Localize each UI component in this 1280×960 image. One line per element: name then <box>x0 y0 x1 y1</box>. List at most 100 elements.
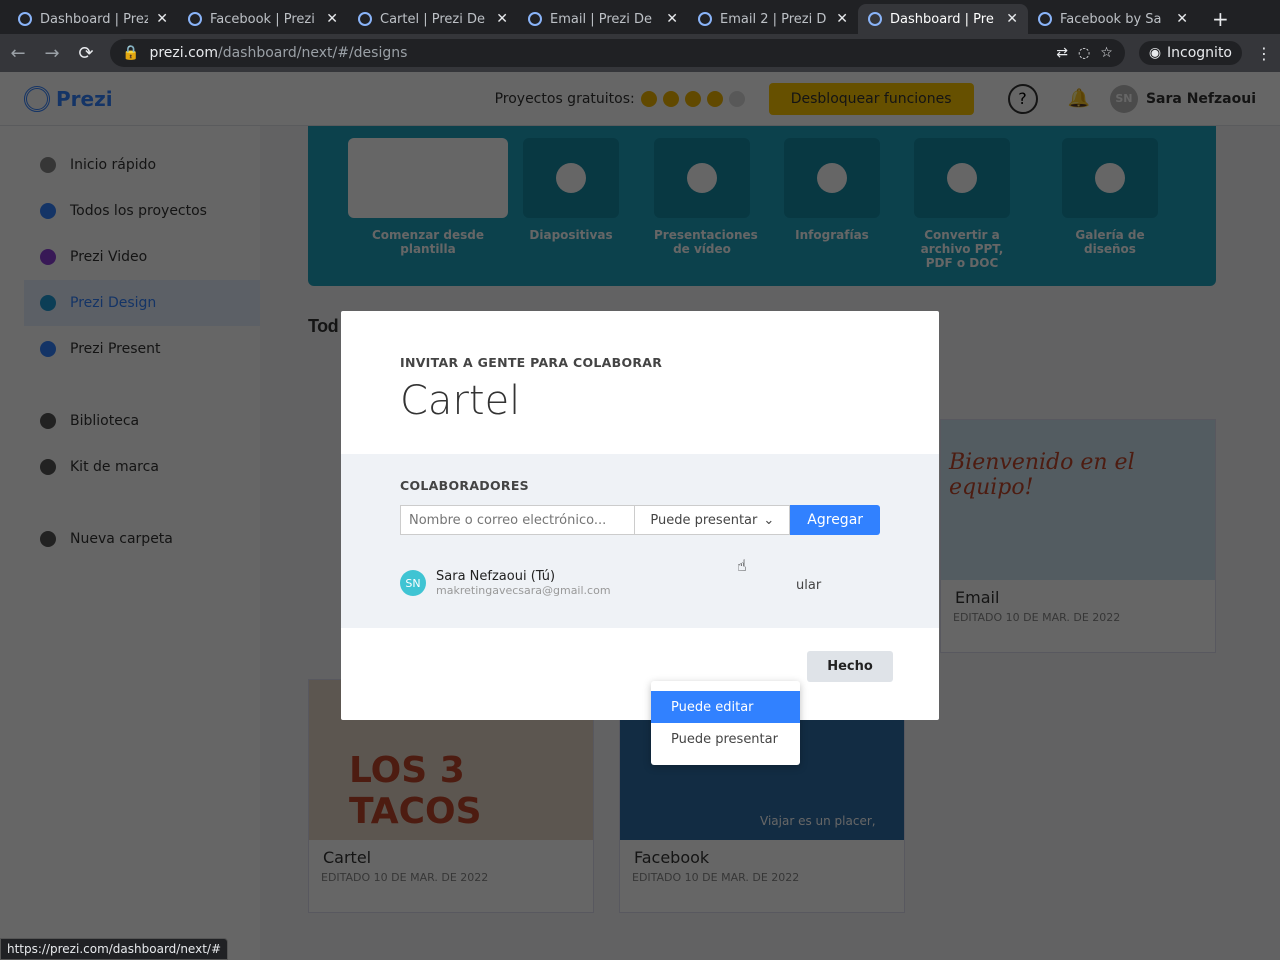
option-can-present[interactable]: Puede presentar <box>651 723 800 755</box>
prezi-favicon-icon <box>188 12 202 26</box>
dialog-title: Cartel <box>400 378 521 424</box>
permission-select[interactable]: Puede presentar ⌄ <box>635 505 791 535</box>
sidebar-item-label: Inicio rápido <box>70 157 157 173</box>
browser-tab[interactable]: Email | Prezi De ✕ <box>518 4 688 34</box>
card-label: Diapositivas <box>529 228 613 242</box>
browser-tab[interactable]: Facebook by Sa ✕ <box>1028 4 1198 34</box>
prezi-logo[interactable]: Prezi <box>24 85 113 112</box>
create-card[interactable]: Galería de diseños <box>1062 138 1158 256</box>
user-name: Sara Nefzaoui <box>1145 90 1256 107</box>
eye-off-icon[interactable]: ◌ <box>1078 45 1090 61</box>
create-card[interactable]: Comenzar desde plantilla <box>348 138 508 256</box>
profile-label: Incognito <box>1167 45 1232 61</box>
project-edited: EDITADO 10 DE MAR. DE 2022 <box>321 871 489 884</box>
prezi-favicon-icon <box>868 12 882 26</box>
avatar: SN <box>400 570 426 596</box>
collaborator-input[interactable] <box>400 505 636 535</box>
create-card[interactable]: Diapositivas <box>523 138 619 242</box>
bell-icon[interactable]: 🔔 <box>1068 88 1090 109</box>
permission-value: Puede presentar <box>650 512 758 528</box>
unlock-features-button[interactable]: Desbloquear funciones <box>768 82 974 115</box>
tab-title: Email 2 | Prezi D <box>720 11 827 27</box>
address-bar-row: ← → ⟳ 🔒 prezi.com/dashboard/next/#/desig… <box>0 34 1280 72</box>
close-icon[interactable]: ✕ <box>156 11 168 27</box>
sidebar-item-label: Todos los proyectos <box>70 203 207 219</box>
sidebar-item[interactable]: Prezi Video <box>0 234 260 280</box>
thumbnail-text: Viajar es un placer, <box>760 814 876 828</box>
sidebar-item[interactable]: Kit de marca <box>0 444 260 490</box>
create-banner: Comenzar desde plantilla Diapositivas Pres… <box>308 126 1216 286</box>
close-icon[interactable]: ✕ <box>1176 11 1188 27</box>
translate-icon[interactable]: ⇄ <box>1056 45 1068 61</box>
url-field[interactable]: 🔒 prezi.com/dashboard/next/#/designs ⇄ ◌… <box>110 39 1125 67</box>
prezi-favicon-icon <box>18 12 32 26</box>
new-tab-icon[interactable]: + <box>1198 4 1243 34</box>
project-name: Facebook <box>634 848 710 867</box>
card-icon <box>348 138 508 218</box>
thumbnail-text: LOS 3 TACOS <box>349 750 482 832</box>
sidebar-icon <box>40 341 56 357</box>
collaborator-name: Sara Nefzaoui (Tú) <box>436 569 556 584</box>
close-icon[interactable]: ✕ <box>666 11 678 27</box>
sidebar-icon <box>40 459 56 475</box>
add-button[interactable]: Agregar <box>790 505 880 535</box>
browser-tab[interactable]: Facebook | Prezi ✕ <box>178 4 348 34</box>
browser-tab[interactable]: Cartel | Prezi De ✕ <box>348 4 518 34</box>
forward-icon[interactable]: → <box>42 43 62 64</box>
app-header: Prezi Proyectos gratuitos: Desbloquear f… <box>0 72 1280 126</box>
sidebar-item[interactable]: Inicio rápido <box>0 142 260 188</box>
browser-tab[interactable]: Email 2 | Prezi D ✕ <box>688 4 858 34</box>
url-path: /dashboard/next/#/designs <box>217 45 408 61</box>
star-icon[interactable]: ☆ <box>1100 45 1113 61</box>
create-card[interactable]: Infografías <box>784 138 880 242</box>
card-label: Infografías <box>795 228 869 242</box>
help-icon[interactable]: ? <box>1007 83 1038 114</box>
incognito-badge[interactable]: ◉ Incognito <box>1138 41 1242 65</box>
collaborators-section: COLABORADORES Puede presentar ⌄ Agregar S… <box>341 454 939 765</box>
tab-title: Email | Prezi De <box>550 11 652 27</box>
main-content: Comenzar desde plantilla Diapositivas Pres… <box>308 126 1216 913</box>
sidebar-item-label: Prezi Design <box>70 295 157 311</box>
sidebar-item[interactable]: Prezi Present <box>0 326 260 372</box>
sidebar-item[interactable]: Nueva carpeta <box>0 516 260 562</box>
close-icon[interactable]: ✕ <box>496 11 508 27</box>
check-icon <box>706 90 723 107</box>
card-icon <box>523 138 619 218</box>
card-label: Convertir a archivo PPT, PDF o DOC <box>920 228 1004 270</box>
free-projects-label: Proyectos gratuitos: <box>494 90 635 107</box>
close-icon[interactable]: ✕ <box>326 11 338 27</box>
create-card[interactable]: Presentaciones de vídeo <box>654 138 758 256</box>
check-icon <box>662 90 679 107</box>
sidebar-item-label: Nueva carpeta <box>70 531 173 547</box>
reload-icon[interactable]: ⟳ <box>76 43 96 64</box>
sidebar-item-label: Prezi Video <box>70 249 148 265</box>
sidebar-item[interactable]: Prezi Design <box>24 280 260 326</box>
done-button[interactable]: Hecho <box>807 651 893 682</box>
tab-title: Dashboard | Pre <box>890 11 994 27</box>
sidebar-item[interactable]: Todos los proyectos <box>0 188 260 234</box>
browser-tab[interactable]: Dashboard | Pre ✕ <box>858 4 1028 34</box>
close-icon[interactable]: ✕ <box>836 11 848 27</box>
create-card[interactable]: Convertir a archivo PPT, PDF o DOC <box>914 138 1010 270</box>
user-menu[interactable]: SN Sara Nefzaoui <box>1109 84 1256 113</box>
close-icon[interactable]: ✕ <box>1006 11 1018 27</box>
menu-icon[interactable]: ⋮ <box>1256 44 1272 63</box>
browser-tab[interactable]: Dashboard | Prezi ✕ <box>8 4 178 34</box>
sidebar-item-label: Prezi Present <box>70 341 161 357</box>
collaborator-email: makretingavecsara@gmail.com <box>436 584 611 597</box>
check-icon <box>684 90 701 107</box>
sidebar-item[interactable]: Biblioteca <box>0 398 260 444</box>
logo-text: Prezi <box>56 86 113 111</box>
section-title: Tod <box>308 316 339 336</box>
project-card[interactable]: Bienvenido en el equipo! Email EDITADO 10 … <box>940 419 1216 653</box>
option-can-edit[interactable]: Puede editar <box>651 691 800 723</box>
back-icon[interactable]: ← <box>8 43 28 64</box>
card-label: Comenzar desde plantilla <box>371 228 484 256</box>
project-edited: EDITADO 10 DE MAR. DE 2022 <box>953 611 1121 624</box>
tab-strip: Dashboard | Prezi ✕ Facebook | Prezi ✕ Carte… <box>0 0 1280 34</box>
sidebar-item-label: Biblioteca <box>70 413 140 429</box>
prezi-favicon-icon <box>358 12 372 26</box>
sidebar-item-label: Kit de marca <box>70 459 159 475</box>
sidebar-icon <box>40 249 56 265</box>
incognito-icon: ◉ <box>1148 45 1162 61</box>
